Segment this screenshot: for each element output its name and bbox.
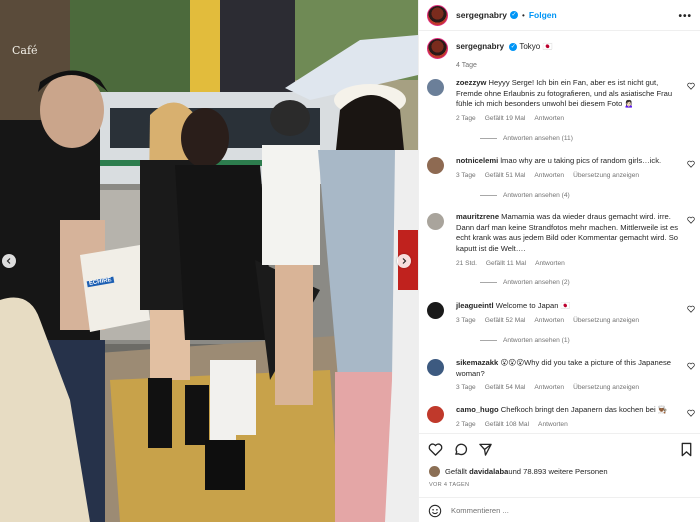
comment-likes[interactable]: Gefällt 108 Mal	[485, 421, 529, 428]
caption-age: 4 Tage	[456, 62, 477, 69]
comment-text: lmao why are u taking pics of random gir…	[500, 156, 662, 165]
action-icons	[428, 442, 493, 457]
chevron-left-icon	[6, 258, 11, 264]
view-replies-button[interactable]: Antworten ansehen (2)	[480, 279, 570, 286]
reply-button[interactable]: Antworten	[534, 172, 564, 179]
reply-button[interactable]: Antworten	[538, 421, 568, 428]
comment: sikemazakk 😮😮😮Why did you take a picture…	[427, 358, 697, 391]
caption-text-block: sergegnabry ✓ Tokyo 🇯🇵 4 Tage	[456, 42, 552, 69]
add-comment-bar: Kommentieren ...	[419, 497, 700, 522]
next-image-button[interactable]	[397, 254, 411, 268]
add-comment-input[interactable]: Kommentieren ...	[451, 506, 509, 515]
street-scene-illustration	[0, 0, 418, 522]
comment-likes[interactable]: Gefällt 11 Mal	[486, 260, 526, 267]
likes-prefix: Gefällt	[445, 467, 467, 476]
likes-suffix[interactable]: und 78.893 weitere Personen	[508, 467, 607, 476]
view-replies-button[interactable]: Antworten ansehen (11)	[480, 135, 573, 142]
post-date: VOR 4 TAGEN	[429, 482, 470, 488]
comment: camo_hugo Chefkoch bringt den Japanern d…	[427, 405, 697, 428]
emoji-smiley-icon[interactable]	[428, 504, 442, 518]
comment-age: 3 Tage	[456, 316, 476, 324]
verified-badge-icon: ✓	[509, 42, 518, 51]
caption-username[interactable]: sergegnabry	[456, 42, 504, 51]
instagram-post-view: Café ECHIRE sergegnabry ✓ • Folgen ••• s…	[0, 0, 700, 522]
comment-username[interactable]: zoezzyw	[456, 78, 486, 87]
comment-age: 21 Std.	[456, 259, 477, 267]
comment-username[interactable]: jleagueintl	[456, 301, 494, 310]
commenter-avatar[interactable]	[427, 157, 444, 174]
commenter-avatar[interactable]	[427, 302, 444, 319]
previous-image-button[interactable]	[2, 254, 16, 268]
comment-age: 3 Tage	[456, 171, 476, 179]
reply-button[interactable]: Antworten	[534, 317, 564, 324]
comment: zoezzyw Heyyy Serge! Ich bin ein Fan, ab…	[427, 78, 697, 122]
comment-username[interactable]: sikemazakk	[456, 358, 498, 367]
chevron-right-icon	[402, 258, 407, 264]
post-actions-bar: Gefällt davidalaba und 78.893 weitere Pe…	[419, 433, 700, 522]
caption-text: Tokyo 🇯🇵	[519, 42, 553, 51]
like-comment-heart-icon[interactable]	[687, 216, 695, 224]
comment: notnicelemi lmao why are u taking pics o…	[427, 156, 697, 179]
liker-avatar[interactable]	[429, 466, 440, 477]
translate-button[interactable]: Übersetzung anzeigen	[573, 317, 639, 324]
more-options-icon[interactable]: •••	[678, 11, 692, 22]
comment: jleagueintl Welcome to Japan 🇯🇵 3 Tage Ge…	[427, 301, 697, 324]
comment-likes[interactable]: Gefällt 19 Mal	[485, 115, 526, 122]
comment-bubble-icon[interactable]	[453, 442, 468, 457]
comment-age: 2 Tage	[456, 420, 476, 428]
like-comment-heart-icon[interactable]	[687, 362, 695, 370]
like-heart-icon[interactable]	[428, 442, 443, 457]
comment: mauritzrene Mamamia was da wieder draus …	[427, 212, 697, 267]
commenter-avatar[interactable]	[427, 79, 444, 96]
view-replies-button[interactable]: Antworten ansehen (4)	[480, 192, 570, 199]
save-bookmark-icon[interactable]	[679, 442, 694, 457]
follow-button[interactable]: Folgen	[529, 10, 557, 20]
verified-badge-icon: ✓	[510, 11, 519, 19]
author-avatar[interactable]	[427, 4, 448, 26]
post-side-panel: sergegnabry ✓ • Folgen ••• sergegnabry ✓…	[418, 0, 700, 522]
author-username[interactable]: sergegnabry	[456, 10, 507, 20]
commenter-avatar[interactable]	[427, 359, 444, 376]
commenter-avatar[interactable]	[427, 213, 444, 230]
reply-button[interactable]: Antworten	[534, 384, 564, 391]
like-comment-heart-icon[interactable]	[687, 305, 695, 313]
likes-summary: Gefällt davidalaba und 78.893 weitere Pe…	[429, 466, 608, 477]
comment-username[interactable]: camo_hugo	[456, 405, 499, 414]
translate-button[interactable]: Übersetzung anzeigen	[573, 384, 639, 391]
comment-age: 3 Tage	[456, 384, 476, 392]
comment-text: Heyyy Serge! Ich bin ein Fan, aber es is…	[456, 78, 673, 109]
share-send-icon[interactable]	[478, 442, 493, 457]
comment-username[interactable]: notnicelemi	[456, 156, 498, 165]
comment-text: Chefkoch bringt den Japanern das kochen …	[500, 405, 668, 414]
translate-button[interactable]: Übersetzung anzeigen	[573, 172, 639, 179]
comment-likes[interactable]: Gefällt 51 Mal	[485, 172, 526, 179]
like-comment-heart-icon[interactable]	[687, 82, 695, 90]
separator-dot: •	[522, 10, 525, 20]
caption-author-avatar[interactable]	[427, 38, 448, 59]
view-replies-button[interactable]: Antworten ansehen (1)	[480, 337, 570, 344]
post-photo[interactable]: Café ECHIRE	[0, 0, 418, 522]
like-comment-heart-icon[interactable]	[687, 160, 695, 168]
comment-likes[interactable]: Gefällt 54 Mal	[485, 384, 526, 391]
comment-likes[interactable]: Gefällt 52 Mal	[485, 317, 526, 324]
commenter-avatar[interactable]	[427, 406, 444, 423]
reply-button[interactable]: Antworten	[534, 115, 564, 122]
liked-by-username[interactable]: davidalaba	[469, 467, 508, 476]
post-caption: sergegnabry ✓ Tokyo 🇯🇵 4 Tage	[427, 38, 552, 69]
post-header: sergegnabry ✓ • Folgen •••	[419, 0, 700, 31]
like-comment-heart-icon[interactable]	[687, 409, 695, 417]
comment-text: Welcome to Japan 🇯🇵	[495, 301, 571, 310]
comment-username[interactable]: mauritzrene	[456, 212, 499, 221]
comment-age: 2 Tage	[456, 115, 476, 123]
reply-button[interactable]: Antworten	[535, 260, 565, 267]
cafe-sign: Café	[12, 44, 38, 57]
